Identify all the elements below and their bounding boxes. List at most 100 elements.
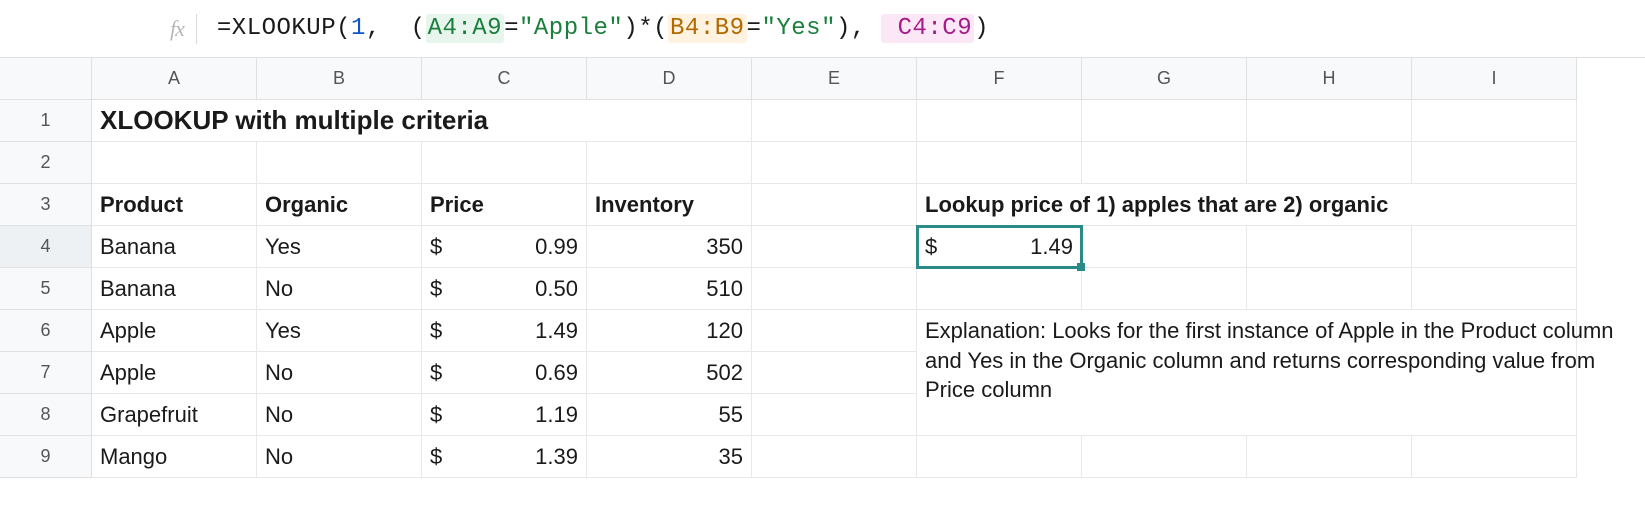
cell-i5[interactable]: [1412, 268, 1577, 310]
formula-input[interactable]: =XLOOKUP(1, (A4:A9="Apple")*(B4:B9="Yes"…: [217, 15, 989, 42]
cell-b5[interactable]: No: [257, 268, 422, 310]
row-header-8[interactable]: 8: [0, 394, 92, 436]
cell-c6[interactable]: $1.49: [422, 310, 587, 352]
cell-g4[interactable]: [1082, 226, 1247, 268]
cell-f4-result[interactable]: $1.49: [917, 226, 1082, 268]
tok-ref-c4c9: C4:C9: [881, 14, 974, 43]
row-header-9[interactable]: 9: [0, 436, 92, 478]
tok-str-apple: "Apple": [519, 15, 623, 42]
tok-comma: ,: [851, 15, 881, 42]
cell-b7[interactable]: No: [257, 352, 422, 394]
cell-i9[interactable]: [1412, 436, 1577, 478]
spreadsheet-grid[interactable]: A B C D E F G H I 1 XLOOKUP with multipl…: [0, 58, 1645, 478]
cell-d4[interactable]: 350: [587, 226, 752, 268]
tok-lp: (: [653, 15, 668, 42]
cell-a5[interactable]: Banana: [92, 268, 257, 310]
price-value: 1.19: [535, 402, 578, 428]
row-header-5[interactable]: 5: [0, 268, 92, 310]
cell-g9[interactable]: [1082, 436, 1247, 478]
cell-a8[interactable]: Grapefruit: [92, 394, 257, 436]
row-header-1[interactable]: 1: [0, 100, 92, 142]
col-header-h[interactable]: H: [1247, 58, 1412, 100]
fx-divider: [196, 14, 197, 44]
cell-a1-title[interactable]: XLOOKUP with multiple criteria: [92, 100, 752, 142]
tok-ref-a4a9: A4:A9: [426, 14, 505, 43]
col-header-d[interactable]: D: [587, 58, 752, 100]
cell-a3-header-product[interactable]: Product: [92, 184, 257, 226]
cell-d6[interactable]: 120: [587, 310, 752, 352]
cell-f1[interactable]: [917, 100, 1082, 142]
row-header-3[interactable]: 3: [0, 184, 92, 226]
cell-h2[interactable]: [1247, 142, 1412, 184]
cell-a2[interactable]: [92, 142, 257, 184]
currency-symbol: $: [925, 234, 937, 260]
cell-b3-header-organic[interactable]: Organic: [257, 184, 422, 226]
cell-g1[interactable]: [1082, 100, 1247, 142]
cell-a4[interactable]: Banana: [92, 226, 257, 268]
cell-b4[interactable]: Yes: [257, 226, 422, 268]
cell-f9[interactable]: [917, 436, 1082, 478]
cell-f5[interactable]: [917, 268, 1082, 310]
cell-g2[interactable]: [1082, 142, 1247, 184]
cell-c4[interactable]: $0.99: [422, 226, 587, 268]
cell-b6[interactable]: Yes: [257, 310, 422, 352]
cell-b8[interactable]: No: [257, 394, 422, 436]
cell-d8[interactable]: 55: [587, 394, 752, 436]
cell-h4[interactable]: [1247, 226, 1412, 268]
cell-f6-explanation[interactable]: Explanation: Looks for the first instanc…: [917, 310, 1577, 436]
cell-b9[interactable]: No: [257, 436, 422, 478]
cell-a6[interactable]: Apple: [92, 310, 257, 352]
col-header-c[interactable]: C: [422, 58, 587, 100]
cell-a7[interactable]: Apple: [92, 352, 257, 394]
cell-e3[interactable]: [752, 184, 917, 226]
cell-c5[interactable]: $0.50: [422, 268, 587, 310]
cell-d5[interactable]: 510: [587, 268, 752, 310]
col-header-g[interactable]: G: [1082, 58, 1247, 100]
cell-d9[interactable]: 35: [587, 436, 752, 478]
cell-e9[interactable]: [752, 436, 917, 478]
tok-eq: =: [217, 15, 232, 42]
cell-c8[interactable]: $1.19: [422, 394, 587, 436]
cell-d7[interactable]: 502: [587, 352, 752, 394]
row-header-7[interactable]: 7: [0, 352, 92, 394]
price-value: 1.49: [535, 318, 578, 344]
cell-i1[interactable]: [1412, 100, 1577, 142]
price-value: 0.50: [535, 276, 578, 302]
cell-f3-lookup-label[interactable]: Lookup price of 1) apples that are 2) or…: [917, 184, 1577, 226]
cell-e2[interactable]: [752, 142, 917, 184]
cell-h1[interactable]: [1247, 100, 1412, 142]
row-header-4[interactable]: 4: [0, 226, 92, 268]
col-header-a[interactable]: A: [92, 58, 257, 100]
cell-g5[interactable]: [1082, 268, 1247, 310]
cell-d2[interactable]: [587, 142, 752, 184]
cell-e1[interactable]: [752, 100, 917, 142]
price-value: 0.99: [535, 234, 578, 260]
cell-e6[interactable]: [752, 310, 917, 352]
grid-corner[interactable]: [0, 58, 92, 100]
col-header-b[interactable]: B: [257, 58, 422, 100]
tok-rp: ): [836, 15, 851, 42]
cell-i2[interactable]: [1412, 142, 1577, 184]
cell-e4[interactable]: [752, 226, 917, 268]
col-header-e[interactable]: E: [752, 58, 917, 100]
row-header-6[interactable]: 6: [0, 310, 92, 352]
cell-d3-header-inventory[interactable]: Inventory: [587, 184, 752, 226]
cell-e7[interactable]: [752, 352, 917, 394]
cell-e5[interactable]: [752, 268, 917, 310]
cell-c3-header-price[interactable]: Price: [422, 184, 587, 226]
cell-f2[interactable]: [917, 142, 1082, 184]
cell-a9[interactable]: Mango: [92, 436, 257, 478]
cell-i4[interactable]: [1412, 226, 1577, 268]
cell-c2[interactable]: [422, 142, 587, 184]
cell-c7[interactable]: $0.69: [422, 352, 587, 394]
selection-handle[interactable]: [1077, 263, 1085, 271]
row-header-2[interactable]: 2: [0, 142, 92, 184]
cell-c9[interactable]: $1.39: [422, 436, 587, 478]
cell-h5[interactable]: [1247, 268, 1412, 310]
cell-e8[interactable]: [752, 394, 917, 436]
cell-b2[interactable]: [257, 142, 422, 184]
col-header-f[interactable]: F: [917, 58, 1082, 100]
cell-h9[interactable]: [1247, 436, 1412, 478]
col-header-i[interactable]: I: [1412, 58, 1577, 100]
formula-bar[interactable]: fx =XLOOKUP(1, (A4:A9="Apple")*(B4:B9="Y…: [0, 0, 1645, 58]
